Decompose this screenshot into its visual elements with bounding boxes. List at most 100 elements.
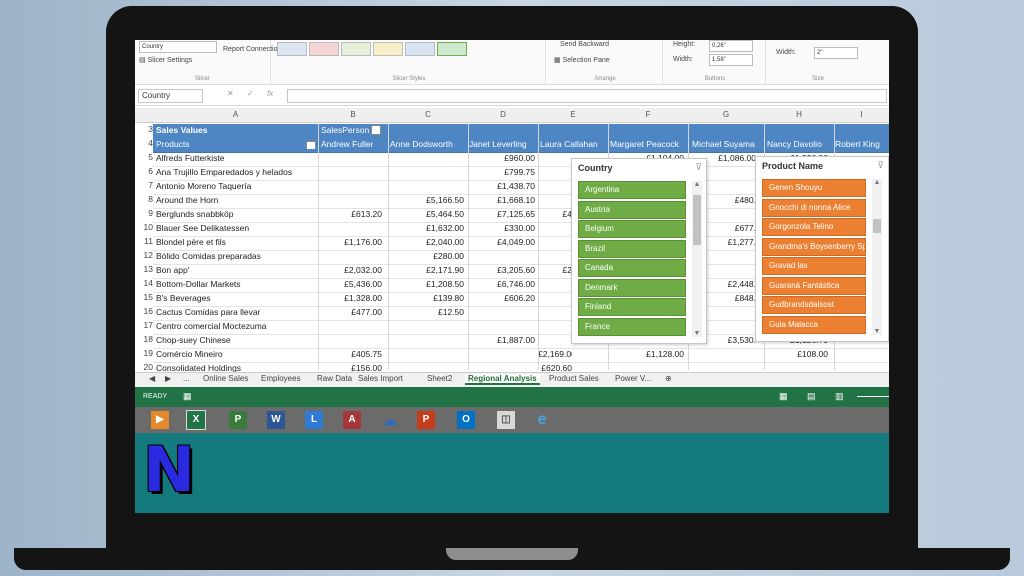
slicer-item[interactable]: Denmark — [578, 278, 686, 297]
scroll-up-icon[interactable]: ▲ — [872, 179, 882, 186]
product-cell[interactable]: Antonio Moreno Taquería — [156, 181, 318, 191]
filter-dropdown-icon[interactable] — [306, 141, 316, 149]
row-number[interactable]: 6 — [135, 166, 153, 176]
product-cell[interactable]: Comércio Mineiro — [156, 349, 318, 359]
product-cell[interactable]: B's Beverages — [156, 293, 318, 303]
column-header[interactable]: I — [834, 110, 889, 119]
product-name-slicer[interactable]: Product Name ⊽ Genen Shouyu Gnocchi di no… — [755, 156, 889, 342]
sheet-tab[interactable]: Sales Import — [358, 374, 403, 383]
excel-icon[interactable]: X — [186, 410, 206, 430]
slicer-item[interactable]: Belgium — [578, 220, 686, 238]
value-cell[interactable]: £2 — [538, 265, 572, 275]
value-cell[interactable]: £2,032.00 — [318, 265, 382, 275]
powerpoint-icon[interactable]: P — [417, 411, 435, 429]
product-cell[interactable]: Centro comercial Moctezuma — [156, 321, 318, 331]
value-cell[interactable]: £2,040.00 — [388, 237, 464, 247]
send-backward-button[interactable]: Send Backward — [560, 41, 609, 48]
row-number[interactable]: 9 — [135, 208, 153, 218]
slicer-item[interactable]: Guaraná Fantástica — [762, 276, 866, 295]
row-number[interactable]: 10 — [135, 222, 153, 232]
tab-scroll-left-icon[interactable]: ◀ — [149, 374, 155, 383]
value-cell[interactable]: £1,208.50 — [388, 279, 464, 289]
value-cell[interactable]: £4 — [538, 209, 572, 219]
value-cell[interactable]: £108.00 — [764, 349, 828, 359]
slicer-caption-input[interactable]: Country — [139, 41, 217, 53]
product-cell[interactable]: Bon app' — [156, 265, 318, 275]
slicer-item[interactable]: Canada — [578, 259, 686, 277]
row-number[interactable]: 11 — [135, 236, 153, 246]
zoom-slider[interactable] — [857, 396, 889, 397]
slicer-scrollbar[interactable]: ▲ ▼ — [692, 181, 702, 337]
cancel-icon[interactable]: ✕ — [227, 89, 234, 98]
row-number[interactable]: 3 — [135, 124, 153, 134]
button-height-input[interactable]: 0.26" — [709, 40, 753, 52]
product-cell[interactable]: Bólido Comidas preparadas — [156, 251, 318, 261]
slicer-width-input[interactable]: 2" — [814, 47, 858, 59]
slicer-item[interactable]: Gorgonzola Telino — [762, 218, 866, 236]
value-cell[interactable]: £1,668.10 — [468, 195, 535, 205]
salesperson-field[interactable]: SalesPerson — [321, 125, 382, 136]
access-icon[interactable]: A — [343, 411, 361, 429]
value-cell[interactable]: £1,438.70 — [468, 181, 535, 191]
product-cell[interactable]: Chop-suey Chinese — [156, 335, 318, 345]
slicer-item[interactable]: Genen Shouyu — [762, 179, 866, 197]
value-cell[interactable]: £2,171.90 — [388, 265, 464, 275]
value-cell[interactable]: £3,205.60 — [468, 265, 535, 275]
slicer-item[interactable]: Finland — [578, 298, 686, 316]
sheet-tab[interactable]: Regional Analysis — [465, 374, 540, 385]
value-cell[interactable]: £1,128.00 — [608, 349, 684, 359]
name-box[interactable]: Country — [138, 89, 203, 103]
tab-more[interactable]: ... — [183, 374, 190, 383]
value-cell[interactable]: £280.00 — [388, 251, 464, 261]
value-cell[interactable]: £606.20 — [468, 293, 535, 303]
onedrive-icon[interactable]: ☁ — [381, 411, 399, 429]
project-icon[interactable]: P — [229, 411, 247, 429]
slicer-item[interactable]: Gudbrandsdalsost — [762, 296, 866, 314]
media-player-icon[interactable]: ▶ — [151, 411, 169, 429]
slicer-item[interactable]: Brazil — [578, 239, 686, 258]
scroll-up-icon[interactable]: ▲ — [692, 181, 702, 188]
clear-filter-icon[interactable]: ⊽ — [695, 162, 702, 173]
value-cell[interactable]: £405.75 — [318, 349, 382, 359]
row-number[interactable]: 16 — [135, 306, 153, 316]
clear-filter-icon[interactable]: ⊽ — [877, 160, 884, 171]
row-number[interactable]: 20 — [135, 362, 153, 372]
lync-icon[interactable]: L — [305, 411, 323, 429]
value-cell[interactable]: £5,464.50 — [388, 209, 464, 219]
value-cell[interactable]: £477.00 — [318, 307, 382, 317]
sheet-tab[interactable]: Power V... — [615, 374, 651, 383]
macro-record-icon[interactable]: ▦ — [183, 391, 192, 402]
button-width-input[interactable]: 1.58" — [709, 54, 753, 66]
page-break-icon[interactable]: ▥ — [835, 391, 844, 402]
slicer-item[interactable]: Grandma's Boysenberry Spread — [762, 237, 866, 256]
column-header[interactable]: F — [608, 110, 688, 119]
slicer-item[interactable]: Gnocchi di nonna Alice — [762, 198, 866, 217]
formula-input[interactable] — [287, 89, 887, 103]
value-cell[interactable]: £1,176.00 — [318, 237, 382, 247]
scroll-down-icon[interactable]: ▼ — [872, 328, 882, 335]
value-cell[interactable]: £6,746.00 — [468, 279, 535, 289]
column-header[interactable]: D — [468, 110, 538, 119]
page-layout-icon[interactable]: ▤ — [807, 391, 816, 402]
column-header[interactable]: C — [388, 110, 468, 119]
product-cell[interactable]: Around the Horn — [156, 195, 318, 205]
slicer-settings-button[interactable]: ▤ Slicer Settings — [139, 56, 192, 64]
value-cell[interactable]: £1,328.00 — [318, 293, 382, 303]
products-field[interactable]: Products — [156, 139, 316, 149]
normal-view-icon[interactable]: ▦ — [779, 391, 788, 402]
enter-icon[interactable]: ✓ — [247, 89, 254, 98]
product-cell[interactable]: Berglunds snabbköp — [156, 209, 318, 219]
style-swatch[interactable] — [309, 42, 339, 56]
tab-scroll-right-icon[interactable]: ▶ — [165, 374, 171, 383]
product-cell[interactable]: Blondel père et fils — [156, 237, 318, 247]
slicer-item[interactable]: Argentina — [578, 181, 686, 199]
value-cell[interactable]: £12.50 — [388, 307, 464, 317]
row-number[interactable]: 8 — [135, 194, 153, 204]
column-header[interactable]: E — [538, 110, 608, 119]
style-swatch[interactable] — [373, 42, 403, 56]
word-icon[interactable]: W — [267, 411, 285, 429]
column-header[interactable]: B — [318, 110, 388, 119]
value-cell[interactable]: £613.20 — [318, 209, 382, 219]
row-number[interactable]: 17 — [135, 320, 153, 330]
product-cell[interactable]: Ana Trujillo Emparedados y helados — [156, 167, 318, 177]
